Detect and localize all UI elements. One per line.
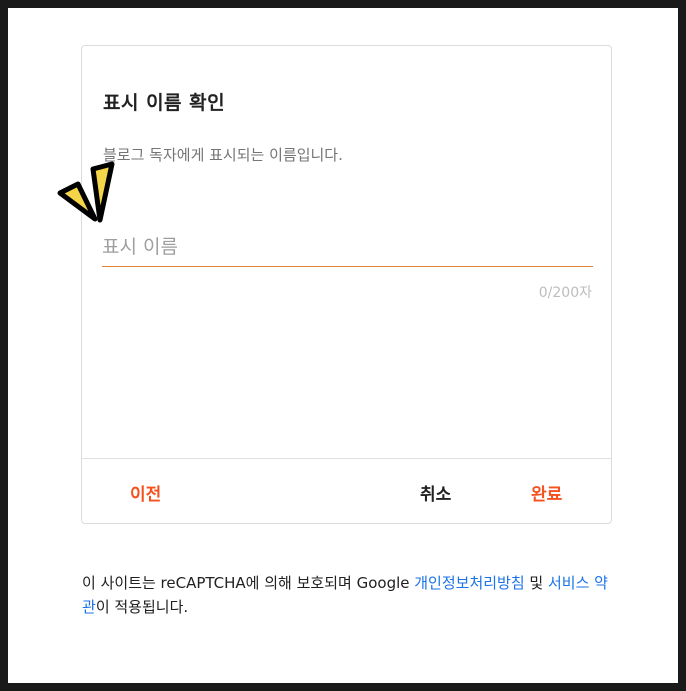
attention-sparkle-icon xyxy=(57,161,115,223)
dialog-divider xyxy=(82,458,611,459)
privacy-policy-link[interactable]: 개인정보처리방침 xyxy=(414,574,524,592)
done-button[interactable]: 완료 xyxy=(531,480,562,505)
notice-prefix: 이 사이트는 reCAPTCHA에 의해 보호되며 Google xyxy=(82,574,415,592)
dialog-description: 블로그 독자에게 표시되는 이름입니다. xyxy=(103,146,343,164)
display-name-input[interactable] xyxy=(102,228,593,267)
display-name-dialog: 표시 이름 확인 블로그 독자에게 표시되는 이름입니다. 0/200자 이전 … xyxy=(81,45,612,524)
notice-suffix: 이 적용됩니다. xyxy=(95,598,189,616)
prev-button[interactable]: 이전 xyxy=(130,480,161,505)
notice-middle: 및 xyxy=(524,574,548,592)
recaptcha-notice: 이 사이트는 reCAPTCHA에 의해 보호되며 Google 개인정보처리방… xyxy=(82,571,617,619)
character-counter: 0/200자 xyxy=(538,285,592,301)
cancel-button[interactable]: 취소 xyxy=(420,480,451,505)
dialog-title: 표시 이름 확인 xyxy=(103,92,226,114)
